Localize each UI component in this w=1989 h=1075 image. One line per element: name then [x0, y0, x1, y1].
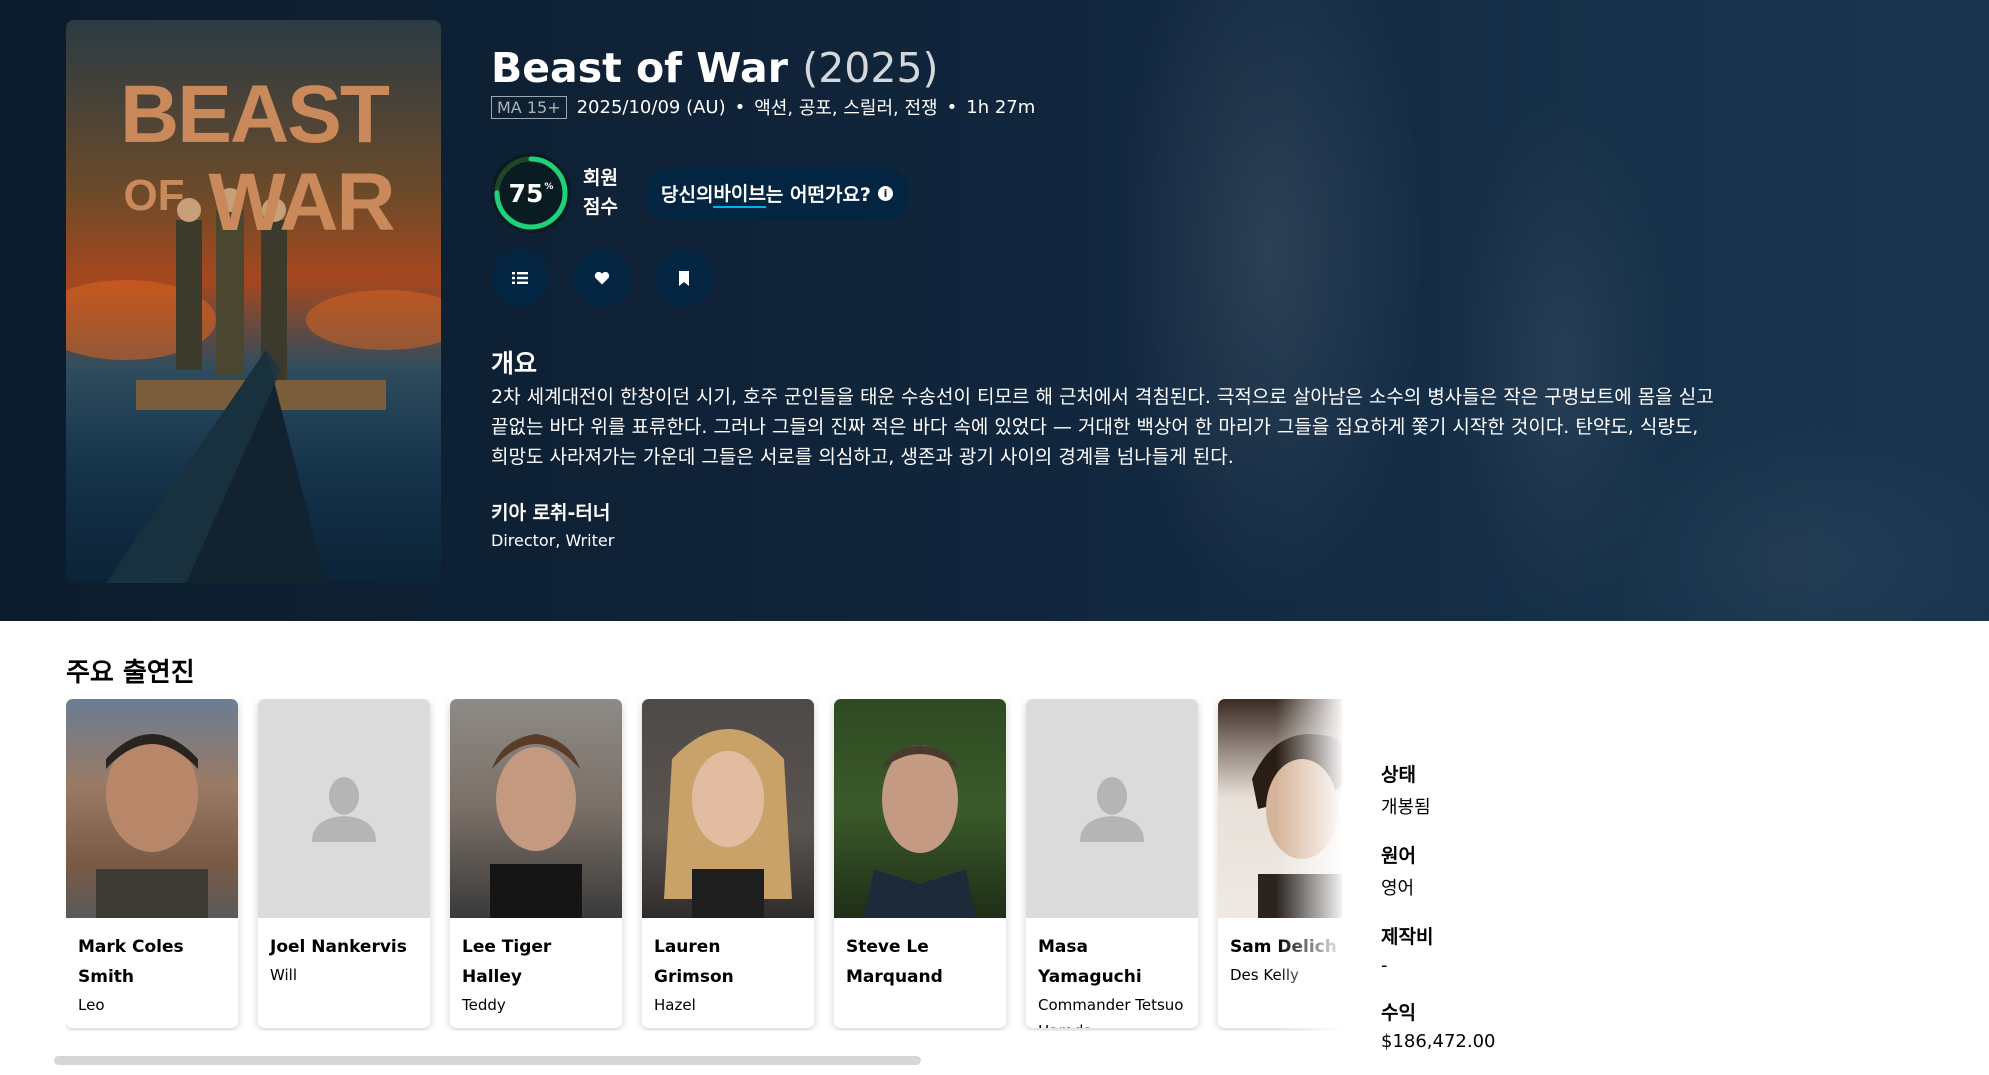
fact-value: - — [1381, 955, 1388, 976]
action-buttons — [491, 249, 737, 307]
cast-name[interactable]: Sam Delich — [1218, 918, 1342, 962]
cast-card[interactable]: Sam Delich Des Kelly — [1218, 699, 1342, 1028]
movie-poster[interactable]: BEAST OF WAR — [66, 20, 441, 583]
fact-value: 개봉됨 — [1381, 797, 1431, 818]
cast-photo[interactable] — [642, 699, 814, 918]
watchlist-button[interactable] — [655, 249, 713, 307]
cast-character: Leo — [78, 996, 105, 1014]
certification-badge: MA 15+ — [491, 95, 567, 119]
poster-title-line1: BEAST — [120, 69, 390, 160]
cast-card[interactable]: Lee Tiger Halley Teddy — [450, 699, 622, 1028]
score-label: 회원 점수 — [583, 167, 618, 218]
vibe-button[interactable]: 당신의 바이브 는 어떤가요? i — [645, 166, 909, 220]
fact-value: 영어 — [1381, 878, 1415, 899]
cast-card[interactable]: Joel Nankervis Will — [258, 699, 430, 1028]
fact-budget: 제작비 - — [1381, 922, 1496, 976]
cast-character: Teddy — [462, 996, 506, 1014]
fact-language: 원어 영어 — [1381, 841, 1496, 900]
cast-name[interactable]: Mark Coles Smith — [66, 918, 238, 992]
cast-character: Commander Tetsuo Harada — [1038, 996, 1184, 1028]
score-chart[interactable]: 75% — [491, 153, 571, 233]
overview-heading: 개요 — [491, 349, 538, 378]
person-icon — [312, 776, 376, 842]
cast-name[interactable]: Steve Le Marquand — [834, 918, 1006, 992]
movie-facts-sidebar: 상태 개봉됨 원어 영어 제작비 - 수익 $186,472.00 — [1381, 760, 1496, 1074]
cast-photo-placeholder[interactable] — [1026, 699, 1198, 918]
fact-revenue: 수익 $186,472.00 — [1381, 998, 1496, 1052]
cast-character: Des Kelly — [1230, 966, 1299, 984]
cast-photo[interactable] — [66, 699, 238, 918]
crew-member: 키아 로취-터너 Director, Writer — [491, 498, 614, 550]
fact-value: $186,472.00 — [1381, 1031, 1496, 1052]
fact-label: 수익 — [1381, 1002, 1416, 1024]
add-to-list-button[interactable] — [491, 249, 549, 307]
cast-heading: 주요 출연진 — [66, 658, 195, 688]
fact-label: 제작비 — [1381, 926, 1434, 948]
fact-label: 상태 — [1381, 764, 1416, 786]
user-score: 75% 회원 점수 당신의 바이브 는 어떤가요? i — [491, 153, 909, 233]
separator-dot: • — [946, 96, 958, 118]
separator-dot: • — [734, 96, 746, 118]
person-icon — [1080, 776, 1144, 842]
poster-title-line2: OF — [123, 171, 184, 220]
fact-label: 원어 — [1381, 845, 1416, 867]
movie-title[interactable]: Beast of War — [491, 44, 788, 92]
cast-character: Will — [270, 966, 298, 984]
cast-list: Mark Coles Smith Leo Joel Nankervis Will — [66, 699, 1342, 1028]
crew-role: Director, Writer — [491, 531, 615, 550]
cast-photo[interactable] — [450, 699, 622, 918]
page-title: Beast of War (2025) — [491, 44, 939, 92]
movie-header: BEAST OF WAR Beast of War (2025) MA 15+ … — [0, 0, 1989, 621]
crew-name[interactable]: 키아 로취-터너 — [491, 498, 614, 525]
info-icon: i — [877, 185, 893, 201]
cast-scrollbar[interactable] — [54, 1056, 921, 1065]
cast-card[interactable]: Mark Coles Smith Leo — [66, 699, 238, 1028]
release-date: 2025/10/09 (AU) — [576, 96, 726, 118]
cast-card[interactable]: Lauren Grimson Hazel — [642, 699, 814, 1028]
bookmark-icon — [679, 270, 689, 286]
cast-name[interactable]: Joel Nankervis — [258, 918, 430, 962]
cast-name[interactable]: Lauren Grimson — [642, 918, 814, 992]
list-icon — [512, 272, 528, 284]
cast-card[interactable]: Steve Le Marquand — [834, 699, 1006, 1028]
cast-character: Hazel — [654, 996, 696, 1014]
cast-photo-placeholder[interactable] — [258, 699, 430, 918]
poster-title-line3: WAR — [208, 157, 394, 248]
cast-name[interactable]: Masa Yamaguchi — [1026, 918, 1198, 992]
cast-photo[interactable] — [834, 699, 1006, 918]
cast-photo[interactable] — [1218, 699, 1342, 918]
overview-text: 2차 세계대전이 한창이던 시기, 호주 군인들을 태운 수송선이 티모르 해 … — [491, 386, 1714, 468]
release-year: (2025) — [802, 44, 939, 92]
cast-name[interactable]: Lee Tiger Halley — [450, 918, 622, 992]
cast-card[interactable]: Masa Yamaguchi Commander Tetsuo Harada — [1026, 699, 1198, 1028]
runtime: 1h 27m — [966, 96, 1036, 118]
movie-facts: MA 15+ 2025/10/09 (AU) • 액션, 공포, 스릴러, 전쟁… — [491, 94, 1035, 120]
genres[interactable]: 액션, 공포, 스릴러, 전쟁 — [754, 94, 937, 120]
score-value: 75% — [508, 178, 554, 208]
favorite-button[interactable] — [573, 249, 631, 307]
fact-status: 상태 개봉됨 — [1381, 760, 1496, 819]
heart-icon — [594, 271, 610, 285]
cast-scroller[interactable]: Mark Coles Smith Leo Joel Nankervis Will — [66, 699, 1342, 1031]
